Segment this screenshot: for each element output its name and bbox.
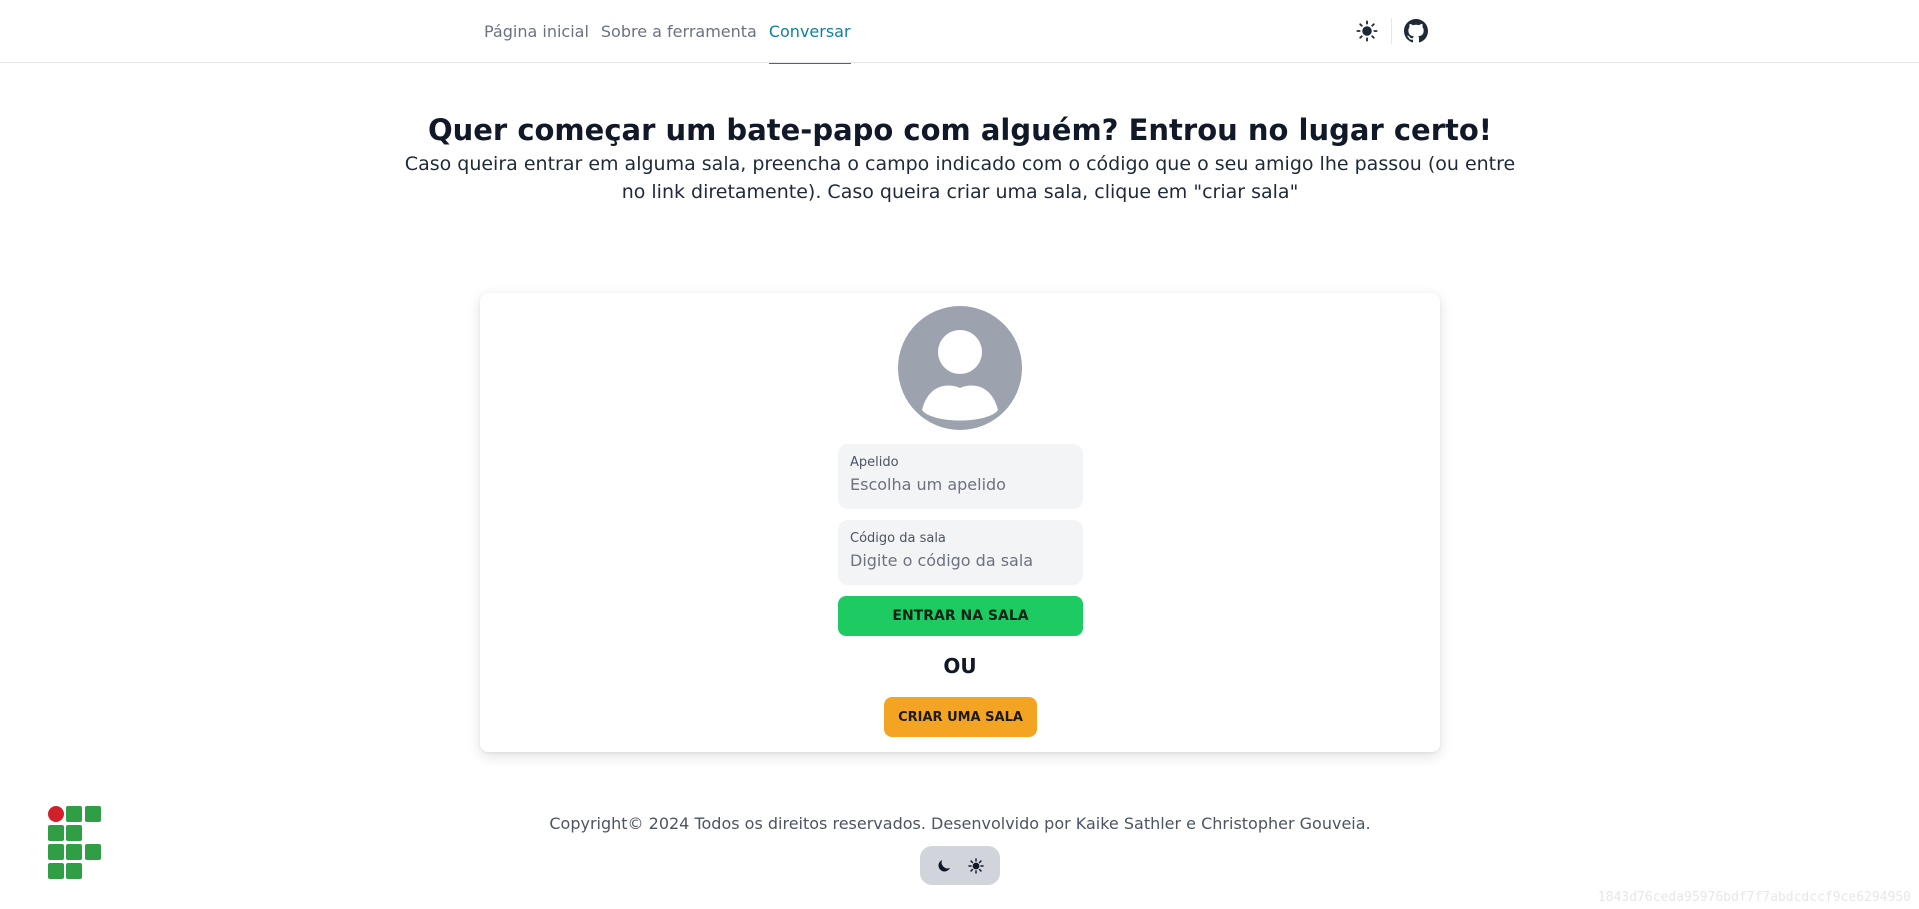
nickname-field: Apelido <box>838 444 1083 509</box>
create-room-button[interactable]: CRIAR UMA SALA <box>884 697 1037 737</box>
join-room-card: Apelido Código da sala ENTRAR NA SALA OU… <box>480 293 1440 752</box>
nav-item-chat[interactable]: Conversar <box>763 0 857 64</box>
sun-icon <box>1356 20 1378 42</box>
footer-theme-toggle <box>920 846 1000 885</box>
hero-section: Quer começar um bate-papo com alguém? En… <box>360 110 1560 206</box>
or-separator: OU <box>943 654 977 678</box>
nav-item-home[interactable]: Página inicial <box>484 0 595 63</box>
institution-logo <box>48 806 104 880</box>
room-code-input[interactable] <box>850 547 1071 570</box>
copyright-text: Copyright© 2024 Todos os direitos reserv… <box>549 814 1371 833</box>
github-icon <box>1404 19 1428 43</box>
header-divider <box>1391 18 1392 44</box>
header-actions <box>1352 16 1431 46</box>
main-nav: Página inicial Sobre a ferramenta Conver… <box>484 0 857 64</box>
page-description: Caso queira entrar em alguma sala, preen… <box>404 153 1516 203</box>
nickname-input[interactable] <box>850 471 1071 494</box>
page-title: Quer começar um bate-papo com alguém? En… <box>427 113 1493 147</box>
enter-room-button[interactable]: ENTRAR NA SALA <box>838 596 1083 636</box>
build-hash: 1843d76ceda95976bdf7f7abdcdccf9ce6294950 <box>1597 890 1911 905</box>
top-navbar: Página inicial Sobre a ferramenta Conver… <box>0 0 1919 64</box>
moon-icon[interactable] <box>932 854 956 878</box>
room-code-label: Código da sala <box>850 531 946 546</box>
nav-item-about[interactable]: Sobre a ferramenta <box>595 0 763 63</box>
user-avatar-icon <box>898 306 1022 430</box>
nickname-label: Apelido <box>850 455 899 470</box>
gear-sun-icon[interactable] <box>964 854 988 878</box>
theme-toggle-button[interactable] <box>1352 16 1382 46</box>
room-code-field: Código da sala <box>838 520 1083 585</box>
github-link[interactable] <box>1401 16 1431 46</box>
